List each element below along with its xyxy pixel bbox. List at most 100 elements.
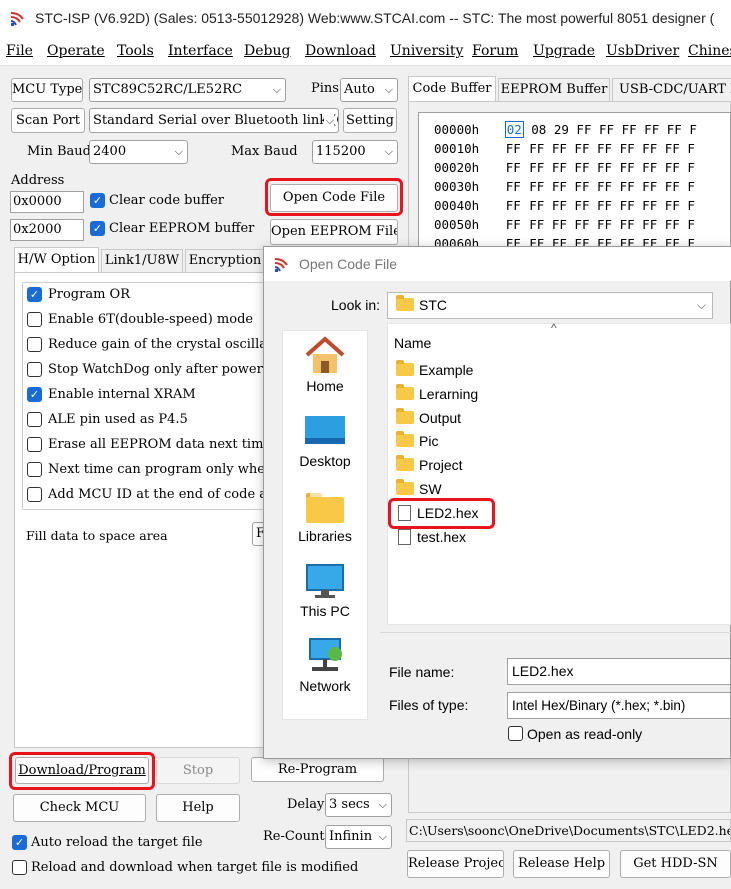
tab-encryption[interactable]: Encryption [185, 249, 265, 273]
folder-icon [396, 360, 414, 376]
place-libraries[interactable]: Libraries [282, 528, 368, 544]
max-baud-select[interactable]: 115200 ⌵ [312, 140, 398, 164]
place-network[interactable]: Network [282, 678, 368, 694]
pins-select[interactable]: Auto ⌵ [340, 78, 398, 102]
reload-download-checkbox[interactable] [12, 860, 27, 875]
scan-port-button[interactable]: Scan Port [11, 108, 85, 133]
app-icon [274, 258, 288, 272]
folder-name: Project [419, 457, 463, 473]
menu-chinese[interactable]: Chines [688, 43, 731, 59]
release-project-button[interactable]: Release Project [407, 850, 504, 878]
hex-byte: FF [505, 198, 521, 213]
app-icon [10, 12, 24, 26]
auto-reload-checkbox[interactable]: ✓ [12, 835, 27, 850]
clear-eeprom-label: Clear EEPROM buffer [109, 221, 255, 236]
menu-usbdriver[interactable]: UsbDriver [606, 43, 679, 59]
clear-code-label: Clear code buffer [109, 193, 224, 208]
menu-download[interactable]: Download [305, 43, 376, 59]
folder-item[interactable]: Example [396, 360, 474, 378]
option-checkbox[interactable] [27, 337, 42, 352]
window-title: STC-ISP (V6.92D) (Sales: 0513-55012928) … [35, 10, 715, 26]
folder-item[interactable]: SW [396, 479, 442, 497]
mcu-type-select[interactable]: STC89C52RC/LE52RC ⌵ [89, 78, 286, 102]
option-checkbox[interactable] [27, 437, 42, 452]
folder-icon [396, 455, 414, 471]
file-path-field[interactable]: C:\Users\soonc\OneDrive\Documents\STC\LE… [406, 819, 731, 842]
folder-name: Example [419, 362, 474, 378]
port-select[interactable]: Standard Serial over Bluetooth link (C ⌵ [89, 108, 339, 133]
chevron-down-icon: ⌵ [323, 109, 334, 132]
sort-up-icon: ^ [551, 321, 557, 335]
folder-icon [396, 408, 414, 424]
auto-reload-label: Auto reload the target file [31, 835, 203, 850]
chevron-down-icon: ⌵ [696, 298, 706, 312]
menu-debug[interactable]: Debug [244, 43, 290, 59]
files-of-type-select[interactable]: Intel Hex/Binary (*.hex; *.bin) [507, 692, 731, 719]
folder-icon [396, 384, 414, 400]
folder-item[interactable]: Pic [396, 431, 438, 449]
place-desktop[interactable]: Desktop [282, 453, 368, 469]
option-checkbox[interactable]: ✓ [27, 287, 42, 302]
recount-select[interactable]: Infinin ⌵ [325, 825, 392, 849]
delay-select[interactable]: 3 secs ⌵ [325, 793, 392, 817]
release-help-button[interactable]: Release Help [513, 850, 610, 878]
hex-cursor-byte[interactable]: 02 [504, 121, 524, 138]
home-icon[interactable] [304, 335, 346, 375]
libraries-icon[interactable] [304, 489, 346, 525]
desktop-icon[interactable] [303, 414, 347, 448]
menu-tools[interactable]: Tools [117, 43, 154, 59]
address-code-field[interactable]: 0x0000 [10, 191, 84, 213]
folder-item[interactable]: Output [396, 408, 461, 426]
menu-university[interactable]: University [390, 43, 463, 59]
option-checkbox[interactable]: ✓ [27, 387, 42, 402]
folder-icon [396, 479, 414, 495]
read-only-checkbox[interactable] [508, 726, 523, 741]
chevron-down-icon: ⌵ [384, 83, 393, 96]
get-hdd-sn-button[interactable]: Get HDD-SN [620, 850, 731, 878]
tab-hw-option[interactable]: H/W Option [14, 247, 99, 273]
tab-eeprom-buffer[interactable]: EEPROM Buffer [498, 78, 610, 102]
chevron-down-icon: ⌵ [378, 830, 387, 843]
stop-button[interactable]: Stop [156, 757, 240, 784]
tab-code-buffer[interactable]: Code Buffer [408, 76, 496, 102]
option-checkbox[interactable] [27, 412, 42, 427]
option-label: Next time can program only when P1 [48, 462, 263, 477]
this-pc-icon[interactable] [304, 563, 346, 601]
dialog-title: Open Code File [299, 256, 398, 272]
menu-file[interactable]: File [6, 43, 33, 59]
file-name-input[interactable]: LED2.hex [507, 658, 731, 685]
tab-link1-u8w[interactable]: Link1/U8W [101, 249, 183, 273]
option-checkbox[interactable] [27, 312, 42, 327]
mcu-type-button[interactable]: MCU Type [11, 78, 83, 102]
look-in-select[interactable]: STC ⌵ [387, 292, 713, 319]
recount-value: Infinin [329, 829, 373, 844]
tab-usb-cdc-uart[interactable]: USB-CDC/UART I [612, 78, 731, 102]
address-eeprom-field[interactable]: 0x2000 [10, 219, 84, 241]
network-icon[interactable] [304, 637, 346, 677]
delay-label: Delay [287, 797, 325, 812]
file-item-test[interactable]: test.hex [398, 529, 466, 545]
clear-code-checkbox[interactable]: ✓ [90, 193, 105, 208]
menu-interface[interactable]: Interface [168, 43, 233, 59]
help-button[interactable]: Help [156, 794, 240, 822]
place-home[interactable]: Home [282, 378, 368, 394]
hex-bytes: FF FF FF FF FF FF FF F [529, 141, 695, 156]
menu-upgrade[interactable]: Upgrade [533, 43, 595, 59]
name-column-header[interactable]: Name [394, 335, 431, 351]
menu-operate[interactable]: Operate [47, 43, 105, 59]
menu-forum[interactable]: Forum [472, 43, 518, 59]
re-program-button[interactable]: Re-Program [251, 757, 384, 782]
check-mcu-button[interactable]: Check MCU [13, 794, 146, 822]
place-this-pc[interactable]: This PC [282, 603, 368, 619]
option-checkbox[interactable] [27, 362, 42, 377]
option-checkbox[interactable] [27, 487, 42, 502]
setting-button[interactable]: Setting [343, 108, 397, 133]
clear-eeprom-checkbox[interactable]: ✓ [90, 221, 105, 236]
hex-addr: 00030h [434, 179, 480, 194]
min-baud-select[interactable]: 2400 ⌵ [89, 140, 188, 164]
option-label: ALE pin used as P4.5 [48, 412, 188, 427]
folder-item[interactable]: Lerarning [396, 384, 478, 402]
folder-item[interactable]: Project [396, 455, 463, 473]
open-eeprom-file-button[interactable]: Open EEPROM File [270, 219, 398, 245]
option-checkbox[interactable] [27, 462, 42, 477]
